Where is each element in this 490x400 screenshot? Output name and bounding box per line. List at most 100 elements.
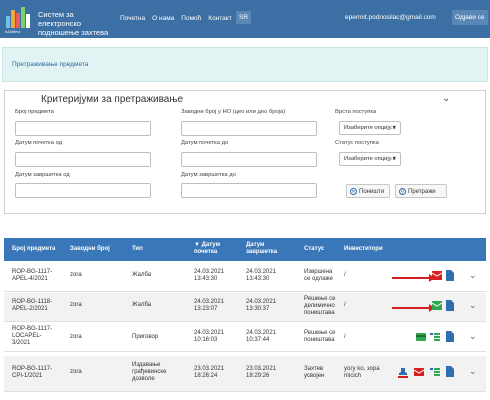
table-row[interactable]: ROP-BG-1117- LOCAPEL- 3/2021 zora Пригов… bbox=[4, 323, 486, 352]
case-number-part: APEL-4/2021 bbox=[12, 276, 48, 282]
mail-icon[interactable] bbox=[432, 271, 442, 280]
nav-contact[interactable]: Контакт bbox=[206, 12, 233, 25]
expand-row-icon[interactable]: ⌄ bbox=[469, 331, 477, 342]
end-date: 24.03.2021 13:43:30 bbox=[246, 269, 276, 283]
start-date-day: 24.03.2021 bbox=[194, 330, 225, 336]
col-end-date[interactable]: Датум завршетка bbox=[246, 242, 277, 256]
delivery-number: zora bbox=[70, 334, 82, 340]
reset-button[interactable]: ✕ Поништи bbox=[346, 184, 390, 198]
top-bar: eZahtevi Систем за електронско подношење… bbox=[0, 0, 490, 38]
end-date-day: 24.03.2021 bbox=[246, 330, 277, 336]
end-date-day: 23.03.2021 bbox=[246, 366, 277, 372]
chevron-down-icon[interactable]: ⌄ bbox=[442, 93, 450, 104]
start-date-time: 13:43:30 bbox=[194, 276, 218, 282]
search-panel: Критеријуми за претраживање ⌄ Број предм… bbox=[4, 90, 486, 214]
end-date-day: 24.03.2021 bbox=[246, 299, 277, 305]
brand-title: Систем за електронско подношење захтева bbox=[38, 10, 118, 37]
case-number-part: ROP-BG-1117- bbox=[12, 366, 53, 372]
procedure-type-select[interactable]: Изаберите опцију... ▼ bbox=[339, 121, 401, 135]
status: Решење се поништава bbox=[304, 330, 335, 344]
search-icon: ⚲ bbox=[399, 188, 406, 195]
main-nav: Почетна О нама Помоћ Контакт bbox=[118, 12, 237, 25]
status-value: Изаберите опцију... bbox=[344, 156, 396, 162]
expand-row-icon[interactable]: ⌄ bbox=[469, 300, 477, 311]
case-type-line: дозволе bbox=[132, 376, 155, 382]
case-number-part: ROP-BG-1117- bbox=[12, 326, 53, 332]
case-number: ROP-BG-1117- LOCAPEL- 3/2021 bbox=[12, 326, 52, 347]
expand-row-icon[interactable]: ⌄ bbox=[469, 270, 477, 281]
status-line: поништава bbox=[304, 337, 335, 343]
case-number-part: ROP-BG-1117- bbox=[12, 269, 53, 275]
brand-line-1: Систем за електронско bbox=[38, 10, 82, 28]
col-delivery[interactable]: Заводни број bbox=[70, 246, 110, 253]
col-start-date-line2: почетка bbox=[194, 249, 218, 255]
document-icon[interactable] bbox=[446, 300, 454, 311]
logout-button[interactable]: Одјави се bbox=[452, 10, 488, 25]
start-date-time: 13:23:07 bbox=[194, 306, 218, 312]
nav-about[interactable]: О нама bbox=[150, 12, 176, 25]
end-from-input[interactable] bbox=[15, 183, 151, 198]
case-number-part: 3/2021 bbox=[12, 340, 31, 346]
search-button[interactable]: ⚲ Претражи bbox=[395, 184, 447, 198]
list-tree-icon[interactable] bbox=[430, 332, 440, 342]
status: Извршена се одлаже bbox=[304, 269, 333, 283]
case-number-part: LOCAPEL- bbox=[12, 333, 42, 339]
end-date: 23.03.2021 18:29:26 bbox=[246, 366, 276, 380]
nav-home[interactable]: Почетна bbox=[118, 12, 147, 25]
end-date-time: 10:37:44 bbox=[246, 337, 270, 343]
list-tree-icon[interactable] bbox=[430, 367, 440, 377]
table-row[interactable]: ROP-BG-1117- CPI-1/2021 zora Издавање гра… bbox=[4, 356, 486, 392]
start-from-label: Датум почетка од bbox=[15, 140, 63, 146]
nav-help[interactable]: Помоћ bbox=[179, 12, 203, 25]
payment-card-icon[interactable] bbox=[416, 333, 426, 341]
case-number-label: Број предмета bbox=[15, 109, 54, 115]
col-start-date-line1: ▼ Датум bbox=[194, 242, 221, 248]
document-icon[interactable] bbox=[446, 331, 454, 342]
start-date-day: 23.03.2021 bbox=[194, 366, 225, 372]
col-end-date-line1: Датум bbox=[246, 242, 265, 248]
logo-caption: eZahtevi bbox=[5, 29, 20, 34]
status-line: Извршена bbox=[304, 269, 333, 275]
chevron-down-icon: ▼ bbox=[391, 125, 397, 131]
delivery-number-input[interactable] bbox=[181, 121, 317, 136]
language-switch[interactable]: SR bbox=[236, 11, 252, 24]
case-number: ROP-BG-1118- APEL-2/2021 bbox=[12, 299, 52, 313]
delivery-number-label: Заводни број у НО (цео или део броја) bbox=[181, 109, 286, 115]
document-icon[interactable] bbox=[446, 366, 454, 377]
document-icon[interactable] bbox=[446, 270, 454, 281]
case-type: Приговор bbox=[132, 334, 159, 340]
col-end-date-line2: завршетка bbox=[246, 249, 278, 255]
start-to-input[interactable] bbox=[181, 152, 317, 167]
end-date: 24.03.2021 10:37:44 bbox=[246, 330, 276, 344]
user-email[interactable]: epermit.podnosilac@gmail.com bbox=[345, 14, 436, 21]
case-number: ROP-BG-1117- CPI-1/2021 bbox=[12, 366, 52, 380]
col-investors[interactable]: Инвеститори bbox=[344, 246, 383, 253]
investors: / bbox=[344, 272, 346, 278]
mail-icon[interactable] bbox=[432, 301, 442, 310]
delivery-number: zora bbox=[70, 302, 82, 308]
table-row[interactable]: ROP-BG-1118- APEL-2/2021 zora Жалба 24.0… bbox=[4, 293, 486, 322]
start-date-time: 10:16:03 bbox=[194, 337, 218, 343]
case-type: Издавање грађевинске дозволе bbox=[132, 362, 166, 383]
case-number-input[interactable] bbox=[15, 121, 151, 136]
col-start-date[interactable]: ▼ Датум почетка bbox=[194, 242, 220, 256]
status: Захтев усвојен bbox=[304, 366, 324, 380]
delivery-number: zora bbox=[70, 272, 82, 278]
investors: / bbox=[344, 302, 346, 308]
end-to-input[interactable] bbox=[181, 183, 317, 198]
start-date-day: 24.03.2021 bbox=[194, 299, 225, 305]
expand-row-icon[interactable]: ⌄ bbox=[469, 366, 477, 377]
stamp-icon[interactable] bbox=[398, 368, 408, 378]
col-type[interactable]: Тип bbox=[132, 246, 143, 253]
start-from-input[interactable] bbox=[15, 152, 151, 167]
page-title: Претраживање предмета bbox=[12, 61, 89, 68]
annotation-arrow bbox=[392, 274, 435, 282]
col-number[interactable]: Број предмета bbox=[12, 246, 55, 253]
mail-icon[interactable] bbox=[414, 368, 424, 376]
table-row[interactable]: ROP-BG-1117- APEL-4/2021 zora Жалба 24.0… bbox=[4, 263, 486, 292]
app-logo[interactable]: eZahtevi bbox=[4, 4, 34, 34]
end-from-label: Датум завршетка од bbox=[15, 172, 70, 178]
status-select[interactable]: Изаберите опцију... ▼ bbox=[339, 152, 401, 166]
start-date: 24.03.2021 13:23:07 bbox=[194, 299, 224, 313]
col-status[interactable]: Статус bbox=[304, 246, 324, 253]
